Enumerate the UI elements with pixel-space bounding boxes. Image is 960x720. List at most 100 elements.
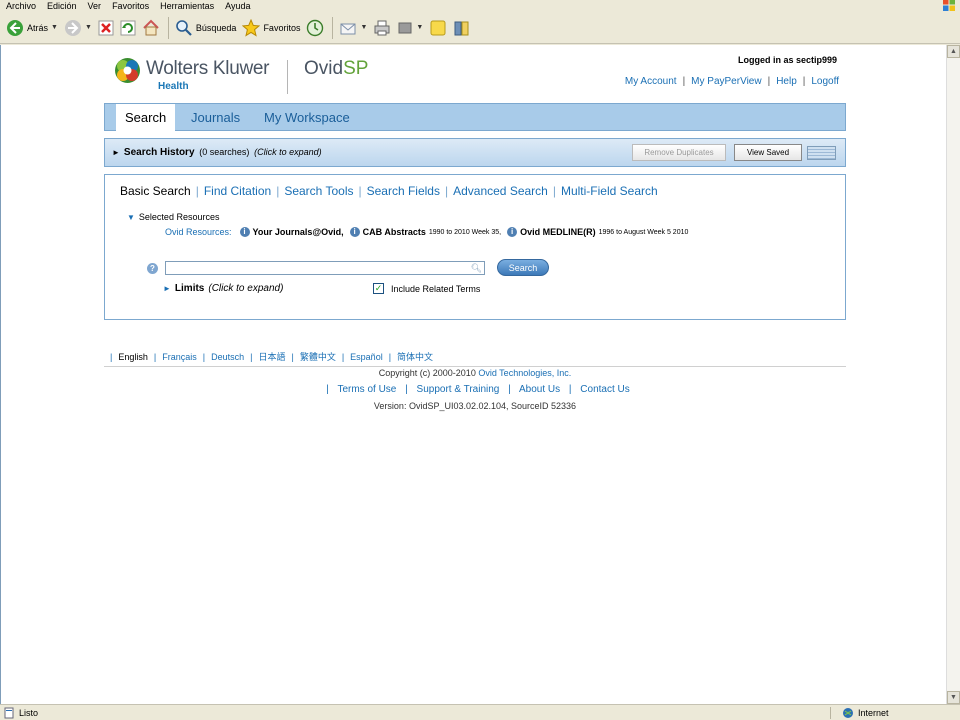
discuss-button[interactable]	[429, 19, 447, 37]
chevron-down-icon[interactable]: ▼	[416, 24, 423, 31]
search-button[interactable]: Búsqueda	[175, 19, 237, 37]
info-icon[interactable]: i	[349, 227, 360, 237]
info-icon[interactable]: i	[239, 227, 250, 237]
menu-archivo[interactable]: Archivo	[0, 0, 41, 12]
tab-basic-search[interactable]: Basic Search	[120, 184, 191, 198]
lang-espanol[interactable]: Español	[350, 352, 383, 362]
menu-edicion[interactable]: Edición	[41, 0, 82, 12]
help-question-icon[interactable]: ?	[147, 263, 158, 274]
tab-multi-field-search[interactable]: Multi-Field Search	[561, 184, 658, 198]
history-icon	[307, 19, 324, 36]
lang-japanese[interactable]: 日本語	[258, 350, 285, 363]
support-training-link[interactable]: Support & Training	[417, 384, 500, 395]
stop-button[interactable]	[98, 20, 114, 36]
tab-search-tools[interactable]: Search Tools	[284, 184, 353, 198]
tab-divider: |	[276, 184, 280, 198]
lang-francais[interactable]: Français	[162, 352, 197, 362]
footer-divider	[104, 366, 846, 367]
expand-triangle-icon: ►	[112, 148, 120, 157]
page-viewport: Wolters Kluwer Health OvidSP Logged in a…	[0, 45, 946, 704]
footer-link-divider: |	[568, 384, 572, 395]
resource-medline: Ovid MEDLINE(R)	[520, 227, 596, 237]
tab-advanced-search[interactable]: Advanced Search	[453, 184, 548, 198]
selected-resources-toggle[interactable]: ▼ Selected Resources	[127, 212, 219, 222]
menu-ayuda[interactable]: Ayuda	[219, 0, 255, 12]
product-prefix: Ovid	[304, 58, 344, 79]
lang-english[interactable]: English	[118, 352, 148, 362]
refresh-button[interactable]	[120, 20, 136, 36]
research-icon	[454, 21, 469, 35]
internet-globe-icon	[843, 707, 853, 718]
footer-link-divider: |	[508, 384, 511, 395]
help-link[interactable]: Help	[776, 76, 797, 87]
printer-icon	[374, 20, 390, 35]
view-saved-button[interactable]: View Saved	[734, 144, 802, 161]
favorites-button[interactable]: Favoritos	[242, 18, 301, 37]
scroll-down-arrow-icon[interactable]: ▼	[947, 691, 960, 704]
limits-toggle[interactable]: ► Limits (Click to expand)	[163, 283, 283, 294]
chevron-down-icon[interactable]: ▼	[360, 24, 367, 31]
contact-us-link[interactable]: Contact Us	[580, 384, 629, 395]
windows-logo-icon	[943, 0, 955, 11]
lang-traditional-chinese[interactable]: 繁體中文	[300, 350, 336, 363]
include-related-checkbox[interactable]: ✓	[373, 283, 384, 294]
wolters-kluwer-logo[interactable]: Wolters Kluwer Health OvidSP	[114, 54, 368, 94]
search-input[interactable]	[166, 262, 466, 274]
edit-button[interactable]: ▼	[397, 20, 423, 36]
logo-divider	[287, 60, 288, 94]
tab-search[interactable]: Search	[116, 104, 176, 131]
tab-my-workspace[interactable]: My Workspace	[264, 104, 350, 131]
mail-button[interactable]: ▼	[339, 19, 367, 37]
search-history-toggle[interactable]: ► Search History (0 searches) (Click to e…	[112, 147, 322, 158]
back-button[interactable]: Atrás ▼	[6, 19, 58, 37]
info-icon[interactable]: i	[507, 227, 518, 237]
refresh-icon	[120, 20, 136, 35]
product-name: OvidSP	[304, 58, 368, 80]
about-us-link[interactable]: About Us	[519, 384, 560, 395]
history-button[interactable]	[306, 19, 324, 37]
search-submit-button[interactable]: Search	[497, 259, 549, 276]
tab-divider: |	[195, 184, 199, 198]
include-related-label: Include Related Terms	[391, 283, 481, 294]
tab-search-fields[interactable]: Search Fields	[367, 184, 440, 198]
favorites-label: Favoritos	[263, 22, 301, 33]
account-links: My Account | My PayPerView | Help | Logo…	[625, 76, 839, 87]
search-history-bar[interactable]: ► Search History (0 searches) (Click to e…	[104, 138, 846, 167]
menu-ver[interactable]: Ver	[82, 0, 107, 12]
lang-divider: |	[202, 351, 206, 362]
chevron-down-icon[interactable]: ▼	[85, 24, 92, 31]
chevron-down-icon[interactable]: ▼	[51, 24, 58, 31]
search-icon	[176, 19, 192, 36]
tab-find-citation[interactable]: Find Citation	[204, 184, 271, 198]
collapse-triangle-icon: ▼	[127, 213, 135, 222]
ovid-resources-link[interactable]: Ovid Resources:	[165, 227, 232, 237]
link-divider: |	[802, 76, 806, 87]
magnifier-icon[interactable]: 🔍︎	[471, 263, 482, 274]
list-view-icon[interactable]	[807, 146, 836, 160]
menu-herramientas[interactable]: Herramientas	[154, 0, 219, 12]
remove-duplicates-button[interactable]: Remove Duplicates	[632, 144, 726, 161]
edit-icon	[398, 22, 412, 33]
search-label: Búsqueda	[195, 22, 237, 33]
my-account-link[interactable]: My Account	[625, 76, 677, 87]
home-button[interactable]	[142, 19, 160, 37]
research-button[interactable]	[453, 19, 471, 37]
scroll-up-arrow-icon[interactable]: ▲	[947, 45, 960, 58]
star-icon	[242, 18, 261, 37]
terms-of-use-link[interactable]: Terms of Use	[337, 384, 396, 395]
vertical-scrollbar[interactable]: ▲ ▼	[946, 45, 960, 704]
print-button[interactable]	[373, 19, 391, 37]
search-history-hint: (Click to expand)	[254, 147, 322, 157]
lang-divider: |	[341, 351, 345, 362]
lang-divider: |	[388, 351, 392, 362]
ovid-technologies-link[interactable]: Ovid Technologies, Inc.	[478, 368, 571, 378]
toolbar-separator	[332, 16, 334, 39]
lang-simplified-chinese[interactable]: 简体中文	[397, 350, 433, 363]
forward-button[interactable]: ▼	[64, 19, 92, 37]
logoff-link[interactable]: Logoff	[811, 76, 839, 87]
lang-divider: |	[110, 351, 113, 362]
lang-deutsch[interactable]: Deutsch	[211, 352, 244, 362]
my-payperview-link[interactable]: My PayPerView	[691, 76, 761, 87]
tab-journals[interactable]: Journals	[191, 104, 240, 131]
menu-favoritos[interactable]: Favoritos	[106, 0, 154, 12]
